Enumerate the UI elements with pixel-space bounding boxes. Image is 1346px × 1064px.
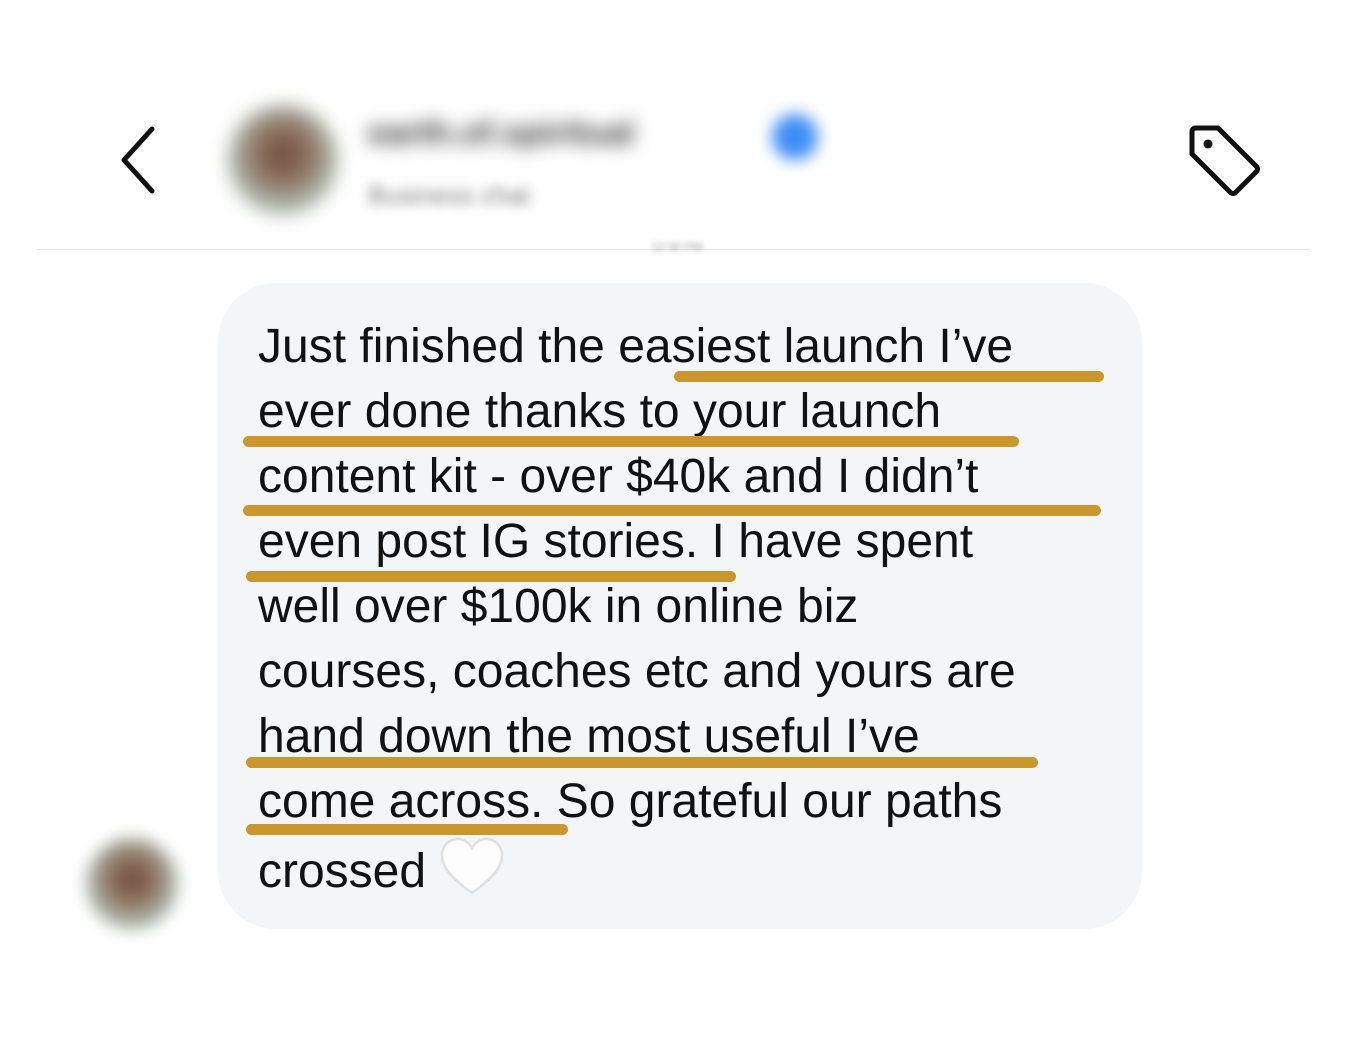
tag-icon — [1189, 125, 1260, 196]
contact-name[interactable]: earth.of.spiritual — [368, 114, 768, 150]
message-line: well over $100k in online biz — [258, 580, 859, 633]
message-line: come across. So grateful our paths — [258, 775, 1003, 828]
highlight-underline — [246, 757, 1038, 768]
dm-conversation: earth.of.spiritual Business chat 12:30 P… — [0, 0, 1346, 1064]
message-line: courses, coaches etc and yours are — [258, 645, 1016, 698]
highlight-underline — [246, 571, 736, 582]
verified-badge-icon — [772, 114, 818, 160]
message-line: content kit - over $40k and I didn’t — [258, 450, 979, 503]
white-heart-icon — [440, 837, 504, 895]
highlight-underline — [674, 371, 1104, 382]
message-timestamp: 12:30 PM — [651, 240, 703, 252]
message-line: Just finished the easiest launch I’ve — [258, 320, 1014, 373]
highlight-underline — [246, 824, 568, 835]
tag-button[interactable] — [1182, 118, 1266, 202]
message-line-last: crossed — [258, 837, 504, 898]
message-line-text: crossed — [258, 845, 427, 898]
chevron-left-icon — [121, 126, 155, 194]
message-line: ever done thanks to your launch — [258, 385, 942, 438]
contact-avatar[interactable] — [228, 105, 338, 215]
highlight-underline — [243, 436, 1019, 447]
message-line: even post IG stories. I have spent — [258, 515, 974, 568]
back-button[interactable] — [108, 120, 168, 200]
highlight-underline — [243, 505, 1101, 516]
contact-subtitle: Business chat — [368, 180, 530, 210]
sender-avatar[interactable] — [86, 838, 178, 930]
